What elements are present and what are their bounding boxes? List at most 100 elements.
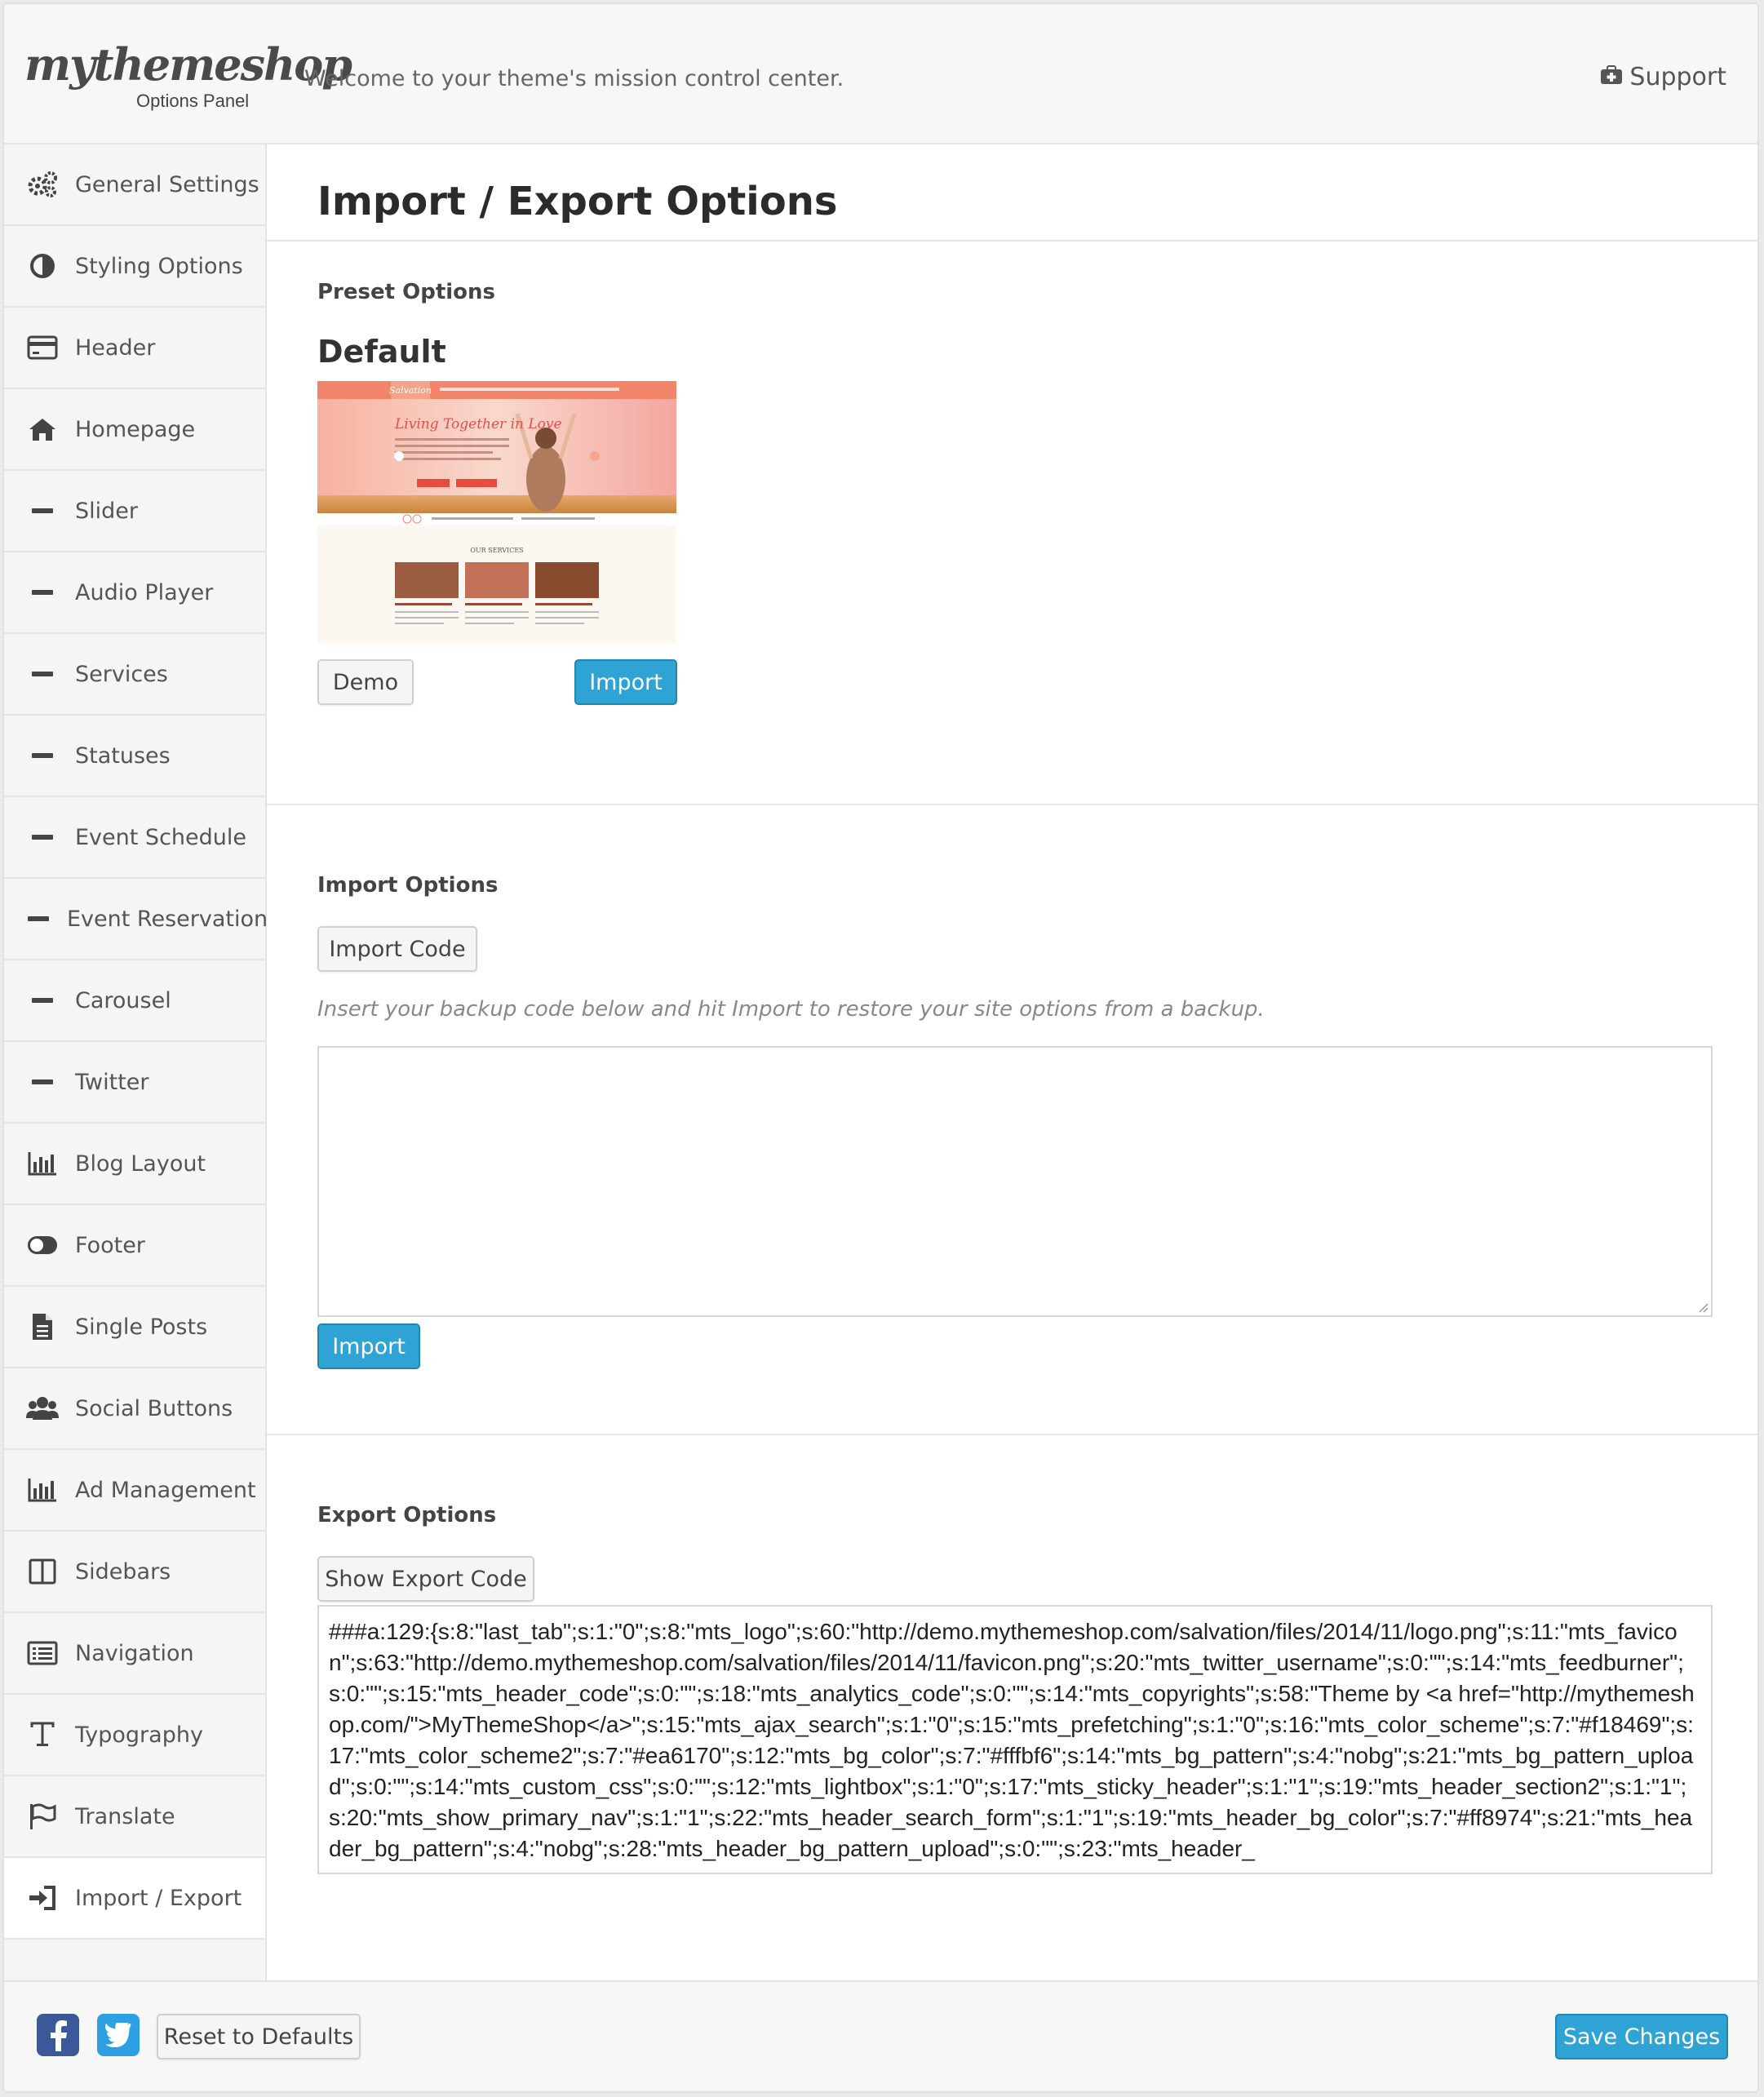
twitter-icon[interactable] — [97, 2014, 140, 2056]
footer-bar: Reset to Defaults Save Changes — [4, 1980, 1757, 2091]
import-code-button[interactable]: Import Code — [317, 926, 477, 972]
facebook-icon[interactable] — [37, 2014, 79, 2056]
sidebar-item-homepage[interactable]: Homepage — [4, 389, 265, 471]
sidebar-item-styling-options[interactable]: Styling Options — [4, 226, 265, 308]
main-content: Import / Export Options Preset Options D… — [267, 144, 1757, 1980]
contrast-icon — [26, 250, 59, 282]
toggle-icon — [26, 1229, 59, 1261]
sidebar-item-label: General Settings — [75, 171, 259, 197]
sidebar-item-general-settings[interactable]: General Settings — [4, 144, 265, 226]
show-export-code-button[interactable]: Show Export Code — [317, 1556, 534, 1602]
gears-icon — [26, 168, 59, 201]
columns-icon — [26, 1555, 59, 1588]
options-panel: mythemeshop Options Panel Welcome to you… — [2, 2, 1759, 2093]
thumbnail-services-heading: OUR SERVICES — [470, 547, 523, 554]
dash-icon — [26, 576, 59, 609]
credit-card-icon — [26, 331, 59, 364]
sidebar-item-label: Navigation — [75, 1640, 194, 1666]
sidebar-item-label: Styling Options — [75, 253, 243, 279]
preset-name: Default — [317, 334, 446, 370]
sidebar-item-event-reservation[interactable]: Event Reservation — [4, 879, 268, 960]
sidebar-item-label: Services — [75, 661, 168, 687]
sidebar-item-label: Twitter — [75, 1069, 149, 1095]
sidebar-item-label: Statuses — [75, 743, 171, 769]
sidebar-item-sidebars[interactable]: Sidebars — [4, 1532, 265, 1613]
flag-icon — [26, 1800, 59, 1833]
sidebar-item-label: Audio Player — [75, 579, 214, 605]
sign-in-icon — [26, 1882, 59, 1914]
preset-thumbnail: Salvation Living Together in Love OUR SE… — [317, 381, 676, 644]
thumbnail-logo: Salvation — [389, 385, 432, 396]
sidebar-item-label: Footer — [75, 1232, 145, 1258]
sidebar-item-label: Social Buttons — [75, 1395, 233, 1421]
sidebar-item-label: Translate — [75, 1803, 175, 1829]
sidebar-item-social-buttons[interactable]: Social Buttons — [4, 1368, 265, 1450]
sidebar: General Settings Styling Options Header … — [4, 144, 268, 1980]
bar-chart-icon — [26, 1474, 59, 1506]
sidebar-item-label: Slider — [75, 498, 138, 524]
preset-import-button[interactable]: Import — [574, 659, 677, 705]
sidebar-item-event-schedule[interactable]: Event Schedule — [4, 797, 265, 879]
sidebar-item-header[interactable]: Header — [4, 308, 265, 389]
sidebar-item-twitter[interactable]: Twitter — [4, 1042, 265, 1124]
divider — [267, 240, 1757, 242]
logo-subtitle: Options Panel — [136, 91, 250, 111]
sidebar-item-label: Single Posts — [75, 1314, 208, 1340]
sidebar-item-label: Homepage — [75, 416, 196, 442]
resize-grip-icon[interactable] — [1697, 1301, 1709, 1313]
sidebar-item-label: Blog Layout — [75, 1150, 206, 1177]
dash-icon — [26, 902, 51, 935]
sidebar-item-footer[interactable]: Footer — [4, 1205, 265, 1287]
sidebar-item-label: Header — [75, 335, 156, 361]
sidebar-item-ad-management[interactable]: Ad Management — [4, 1450, 265, 1532]
export-section-title: Export Options — [317, 1503, 497, 1527]
sidebar-item-label: Typography — [75, 1722, 203, 1748]
import-code-textarea[interactable] — [317, 1046, 1713, 1317]
divider — [267, 804, 1757, 805]
import-submit-button[interactable]: Import — [317, 1323, 420, 1369]
bar-chart-icon — [26, 1147, 59, 1180]
demo-button[interactable]: Demo — [317, 659, 414, 705]
sidebar-item-label: Ad Management — [75, 1477, 256, 1503]
medkit-icon — [1600, 63, 1623, 91]
import-section-title: Import Options — [317, 873, 499, 898]
sidebar-item-import-export[interactable]: Import / Export — [4, 1858, 265, 1940]
support-link[interactable]: Support — [1600, 63, 1726, 91]
sidebar-item-blog-layout[interactable]: Blog Layout — [4, 1124, 265, 1205]
reset-defaults-button[interactable]: Reset to Defaults — [157, 2014, 361, 2059]
sidebar-item-typography[interactable]: Typography — [4, 1695, 265, 1776]
logo: mythemeshop — [24, 38, 352, 91]
sidebar-item-statuses[interactable]: Statuses — [4, 716, 265, 797]
sidebar-item-translate[interactable]: Translate — [4, 1776, 265, 1858]
top-header: mythemeshop Options Panel Welcome to you… — [4, 4, 1757, 144]
export-code-textarea[interactable]: ###a:129:{s:8:"last_tab";s:1:"0";s:8:"mt… — [317, 1605, 1713, 1874]
users-icon — [26, 1392, 59, 1425]
import-hint: Insert your backup code below and hit Im… — [317, 997, 1265, 1022]
dash-icon — [26, 739, 59, 772]
support-label: Support — [1629, 63, 1726, 91]
sidebar-item-label: Carousel — [75, 987, 171, 1013]
divider — [267, 1434, 1757, 1435]
sidebar-item-label: Event Schedule — [75, 824, 247, 850]
sidebar-item-single-posts[interactable]: Single Posts — [4, 1287, 265, 1368]
resize-grip-icon[interactable] — [1697, 1859, 1709, 1873]
save-changes-button[interactable]: Save Changes — [1555, 2014, 1728, 2059]
dash-icon — [26, 984, 59, 1017]
thumbnail-headline: Living Together in Love — [394, 416, 562, 432]
sidebar-item-label: Event Reservation — [67, 906, 268, 932]
sidebar-item-services[interactable]: Services — [4, 634, 265, 716]
preset-section-title: Preset Options — [317, 280, 496, 304]
dash-icon — [26, 658, 59, 690]
page-title: Import / Export Options — [317, 179, 838, 224]
sidebar-item-label: Sidebars — [75, 1558, 171, 1585]
sidebar-item-slider[interactable]: Slider — [4, 471, 265, 552]
dash-icon — [26, 1066, 59, 1098]
sidebar-item-navigation[interactable]: Navigation — [4, 1613, 265, 1695]
text-icon — [26, 1718, 59, 1751]
sidebar-item-carousel[interactable]: Carousel — [4, 960, 265, 1042]
list-icon — [26, 1637, 59, 1669]
sidebar-item-audio-player[interactable]: Audio Player — [4, 552, 265, 634]
file-icon — [26, 1310, 59, 1343]
welcome-text: Welcome to your theme's mission control … — [304, 66, 844, 91]
dash-icon — [26, 494, 59, 527]
